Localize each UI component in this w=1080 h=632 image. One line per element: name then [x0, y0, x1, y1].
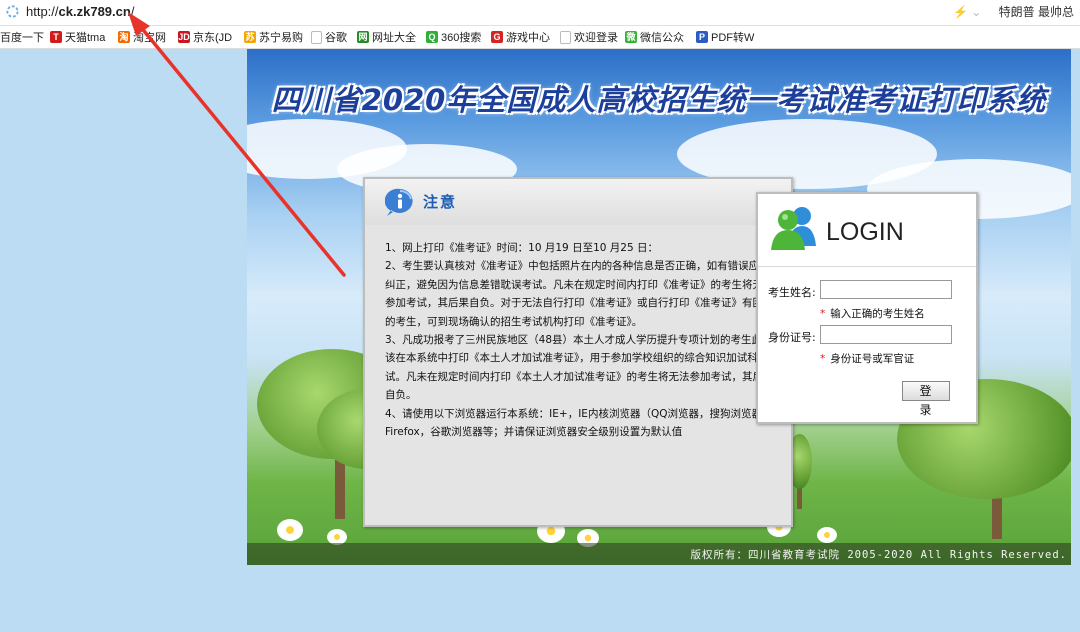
notice-header: 注意	[365, 179, 791, 225]
bookmark-label: 游戏中心	[506, 32, 550, 44]
bookmark-item[interactable]: 欢迎登录	[560, 29, 618, 45]
bookmark-label: 网址大全	[372, 32, 416, 44]
bookmark-label: 360搜索	[441, 32, 482, 44]
id-label: 身份证号:	[768, 331, 816, 344]
bookmark-label: 谷歌	[325, 32, 347, 44]
bookmark-item[interactable]: T 天猫tma	[50, 29, 105, 45]
search-suggestion[interactable]: 特朗普 最帅总	[999, 5, 1074, 19]
notice-body: 1、网上打印《准考证》时间：10 月19 日至10 月25 日： 2、考生要认真…	[385, 239, 781, 441]
users-icon	[771, 207, 816, 250]
bookmark-label: 淘宝网	[133, 32, 166, 44]
notice-line: 4、请使用以下浏览器运行本系统：IE+，IE内核浏览器（QQ浏览器，搜狗浏览器）…	[385, 407, 778, 439]
bookmark-label: 百度一下	[0, 32, 44, 44]
bookmark-label: 天猫tma	[65, 32, 106, 44]
page-icon	[311, 30, 322, 44]
login-header: LOGIN	[758, 194, 976, 267]
suning-icon: 苏	[244, 31, 256, 43]
bookmark-label: 苏宁易购	[259, 32, 303, 44]
pdf-icon: P	[696, 31, 708, 43]
game-icon: G	[491, 31, 503, 43]
name-input[interactable]	[820, 280, 952, 299]
bookmark-item[interactable]: 网网址大全	[357, 29, 416, 45]
bookmark-item[interactable]: 微微信公众	[625, 29, 684, 45]
footer-bar: 版权所有：四川省教育考试院 2005-2020 All Rights Reser…	[247, 543, 1071, 565]
info-icon	[385, 188, 413, 216]
notice-line: 3、凡成功报考了三州民族地区（48县）本土人才成人学历提升专项计划的考生此应该在…	[385, 334, 779, 402]
address-bar[interactable]: http://ck.zk789.cn/ ⚡ ⌄ 特朗普 最帅总	[0, 0, 1080, 26]
bookmark-item[interactable]: 淘淘宝网	[118, 29, 166, 45]
login-button[interactable]: 登 录	[902, 381, 950, 417]
copyright-text: 版权所有：四川省教育考试院 2005-2020 All Rights Reser…	[690, 549, 1067, 561]
bookmarks-bar: 百度一下 T 天猫tma 淘淘宝网 JD 京东(JD 苏苏宁易购 谷歌网网址大全 Q 360搜索 G…	[0, 26, 1080, 49]
bookmark-item[interactable]: Q 360搜索	[426, 29, 481, 45]
url-text[interactable]: http://ck.zk789.cn/	[26, 4, 134, 19]
login-title: LOGIN	[826, 218, 904, 246]
bookmark-item[interactable]: 百度一下	[0, 29, 44, 45]
notice-line: 1、网上打印《准考证》时间：10 月19 日至10 月25 日：	[385, 242, 658, 254]
lightning-icon[interactable]: ⚡ ⌄	[953, 5, 981, 19]
id-hint: * 身份证号或军官证	[820, 353, 915, 365]
wechat-icon: 微	[625, 31, 637, 43]
bookmark-label: PDF转W	[711, 32, 755, 44]
notice-line: 2、考生要认真核对《准考证》中包括照片在内的各种信息是否正确，如有错误应立即纠正…	[385, 260, 781, 328]
taobao-icon: 淘	[118, 31, 130, 43]
notice-panel: 注意 1、网上打印《准考证》时间：10 月19 日至10 月25 日： 2、考生…	[363, 177, 793, 527]
system-title: 四川省2020年全国成人高校招生统一考试准考证打印系统	[271, 83, 1047, 117]
id-input[interactable]	[820, 325, 952, 344]
bookmark-label: 京东(JD	[193, 32, 233, 44]
name-label: 考生姓名:	[768, 286, 816, 299]
name-hint: * 输入正确的考生姓名	[820, 308, 925, 320]
page-icon	[560, 30, 571, 44]
bookmark-item[interactable]: 谷歌	[311, 29, 347, 45]
bookmark-item[interactable]: G 游戏中心	[491, 29, 550, 45]
360-icon: Q	[426, 31, 438, 43]
bookmark-item[interactable]: JD 京东(JD	[178, 29, 232, 45]
notice-title: 注意	[423, 193, 458, 211]
address-bar-right: ⚡ ⌄ 特朗普 最帅总	[953, 3, 1074, 20]
bookmark-item[interactable]: 苏苏宁易购	[244, 29, 303, 45]
urlnav-icon: 网	[357, 31, 369, 43]
bookmark-label: 欢迎登录	[574, 32, 618, 44]
bookmark-item[interactable]: P PDF转W	[696, 29, 754, 45]
jd-icon: JD	[178, 31, 190, 43]
loading-icon	[6, 5, 19, 18]
exam-admission-page: 四川省2020年全国成人高校招生统一考试准考证打印系统 注意 1、网上打印《准考…	[247, 49, 1071, 565]
tmall-icon: T	[50, 31, 62, 43]
bookmark-label: 微信公众	[640, 32, 684, 44]
login-panel: LOGIN 考生姓名: * 输入正确的考生姓名 身份证号: * 身份证号或军官证 登…	[756, 192, 978, 424]
